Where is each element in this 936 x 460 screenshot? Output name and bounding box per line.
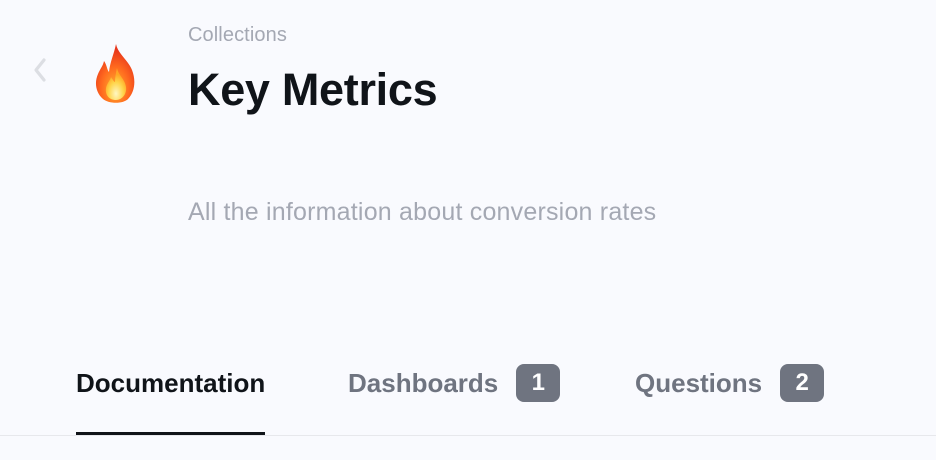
fire-icon <box>88 42 144 106</box>
chevron-left-icon <box>34 58 46 82</box>
tab-questions[interactable]: Questions 2 <box>635 360 825 436</box>
tab-dashboards[interactable]: Dashboards 1 <box>348 360 561 436</box>
page-title: Key Metrics <box>188 64 438 115</box>
breadcrumb[interactable]: Collections <box>188 24 287 47</box>
back-button[interactable] <box>28 54 52 86</box>
count-badge: 1 <box>516 364 561 402</box>
divider <box>0 435 936 436</box>
count-badge: 2 <box>780 364 825 402</box>
tab-label: Questions <box>635 368 763 398</box>
tab-bar: Documentation Dashboards 1 Questions 2 <box>0 360 936 438</box>
tab-label: Dashboards <box>348 368 499 398</box>
tab-documentation[interactable]: Documentation <box>76 360 266 436</box>
collection-description: All the information about conversion rat… <box>188 198 657 226</box>
collection-page: Collections Key Metrics All the informat… <box>0 0 936 460</box>
tab-label: Documentation <box>76 368 266 398</box>
